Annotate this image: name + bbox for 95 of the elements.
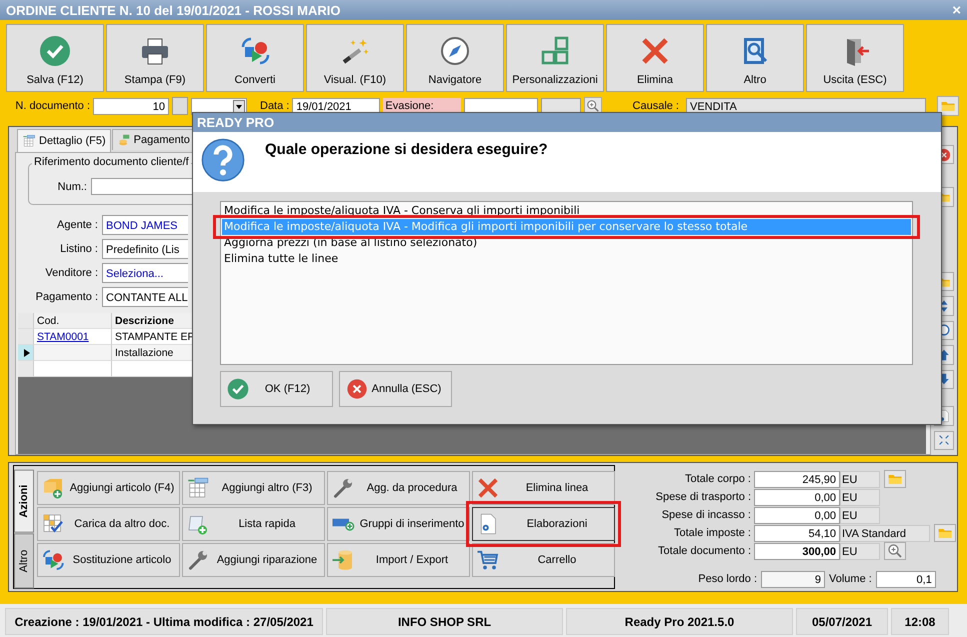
zoom-button[interactable] xyxy=(884,542,906,560)
field-label: Peso lordo : xyxy=(697,573,758,585)
action-button[interactable]: Aggiungi altro (F3) xyxy=(182,471,325,505)
side-tab[interactable]: Azioni xyxy=(14,470,34,533)
table-icon xyxy=(22,134,36,148)
total-label: Totale documento : xyxy=(657,545,752,557)
toolbar-button[interactable]: Elimina xyxy=(606,24,704,92)
field-label: Agente : xyxy=(56,219,98,231)
zoom-icon xyxy=(586,99,600,113)
shapes-arrows-icon xyxy=(239,35,271,67)
dialog-title: READY PRO xyxy=(193,113,941,132)
cancel-icon xyxy=(346,378,368,400)
box-plus-icon xyxy=(41,476,65,500)
status-cell: Creazione : 19/01/2021 - Ultima modifica : 27/05/2021 xyxy=(5,608,323,635)
cross-icon xyxy=(476,476,500,500)
unit-field: EU xyxy=(840,542,880,560)
status-cell: 12:08 xyxy=(891,608,949,635)
field-label: Listino : xyxy=(59,243,98,255)
field-label: Volume : xyxy=(829,573,872,585)
total-label: Totale corpo : xyxy=(684,473,752,485)
field-label: N. documento : xyxy=(14,100,90,112)
total-value: 0,00 xyxy=(754,506,840,524)
cylinder-arrow-icon xyxy=(331,548,355,572)
expand-icon xyxy=(937,433,951,448)
action-button[interactable]: Aggiungi articolo (F4) xyxy=(37,471,180,505)
cart-icon xyxy=(476,548,500,572)
side-button[interactable] xyxy=(934,430,954,450)
status-cell: INFO SHOP SRL xyxy=(326,608,563,635)
field-value[interactable]: Seleziona... xyxy=(102,263,188,283)
shapes-arrows-icon xyxy=(41,548,65,572)
action-button[interactable]: Agg. da procedura xyxy=(327,471,470,505)
toolbar-button[interactable]: Salva (F12) xyxy=(6,24,104,92)
side-tab[interactable]: Altro xyxy=(14,532,34,588)
compass-icon xyxy=(439,35,471,67)
field-label: Causale : xyxy=(632,100,679,112)
total-value: 245,90 xyxy=(754,470,840,488)
toolbar-button[interactable]: Navigatore xyxy=(406,24,504,92)
table-icon xyxy=(186,476,210,500)
tab[interactable]: Pagamento xyxy=(112,129,195,150)
coins-icon xyxy=(116,133,131,147)
total-label: Totale imposte : xyxy=(672,527,752,539)
code-link[interactable]: STAM0001 xyxy=(37,331,89,343)
unit-field: IVA Standard xyxy=(840,524,930,542)
action-button[interactable]: Aggiungi riparazione xyxy=(182,543,325,577)
toolbar-button[interactable]: Stampa (F9) xyxy=(106,24,204,92)
table-cell xyxy=(18,361,34,377)
unit-field: EU xyxy=(840,488,880,506)
toolbar-button[interactable]: Altro xyxy=(706,24,804,92)
total-value: 54,10 xyxy=(754,524,840,542)
field-value[interactable]: CONTANTE ALL xyxy=(102,287,188,307)
row-indicator[interactable] xyxy=(18,345,34,361)
action-button[interactable]: Lista rapida xyxy=(182,507,325,541)
weight-field[interactable]: 9 xyxy=(761,570,825,588)
document-number-field[interactable]: 10 xyxy=(93,98,169,114)
total-value: 300,00 xyxy=(754,542,840,560)
list-option[interactable]: Elimina tutte le linee xyxy=(222,251,911,267)
dialog-button[interactable]: OK (F12) xyxy=(220,371,333,407)
total-label: Spese di incasso : xyxy=(660,509,752,521)
squares-icon xyxy=(539,35,571,67)
field-value[interactable]: Predefinito (Lis xyxy=(102,239,188,259)
action-button[interactable]: Carica da altro doc. xyxy=(37,507,180,541)
toolbar-button[interactable]: Converti xyxy=(206,24,304,92)
wrench-icon xyxy=(331,476,355,500)
dialog-question: Quale operazione si desidera eseguire? xyxy=(265,141,548,158)
action-button[interactable]: Sostituzione articolo xyxy=(37,543,180,577)
tab[interactable]: Dettaglio (F5) xyxy=(17,129,111,152)
volume-field[interactable]: 0,1 xyxy=(876,570,936,588)
action-button[interactable]: Import / Export xyxy=(327,543,470,577)
unit-field: EU xyxy=(840,506,880,524)
check-icon xyxy=(39,35,71,67)
status-cell: Ready Pro 2021.5.0 xyxy=(566,608,793,635)
unit-field: EU xyxy=(840,470,880,488)
action-button[interactable]: Elaborazioni xyxy=(472,507,615,541)
action-button[interactable]: Carrello xyxy=(472,543,615,577)
dialog-button[interactable]: Annulla (ESC) xyxy=(339,371,452,407)
check-icon xyxy=(227,378,249,400)
field-label: Pagamento : xyxy=(34,291,98,303)
folder-button[interactable] xyxy=(937,96,959,116)
question-icon xyxy=(201,138,245,182)
toolbar-button[interactable]: Personalizzazioni xyxy=(506,24,604,92)
field-label: Venditore : xyxy=(44,267,98,279)
field-value[interactable]: BOND JAMES xyxy=(102,215,188,235)
window-title: ORDINE CLIENTE N. 10 del 19/01/2021 - ROSSI MARIO xyxy=(6,2,340,18)
toolbar-button[interactable]: Uscita (ESC) xyxy=(806,24,904,92)
total-value: 0,00 xyxy=(754,488,840,506)
field-label: Data : xyxy=(260,100,290,112)
action-button[interactable]: Gruppi di inserimento xyxy=(327,507,470,541)
group-title: Riferimento documento cliente/f xyxy=(32,156,191,168)
toolbar-button[interactable]: Visual. (F10) xyxy=(306,24,404,92)
total-label: Spese di trasporto : xyxy=(654,491,752,503)
wrench-icon xyxy=(186,548,210,572)
field-label: Num.: xyxy=(56,180,87,192)
zoom-icon xyxy=(887,543,903,559)
status-cell: 05/07/2021 xyxy=(796,608,888,635)
action-button[interactable]: Elimina linea xyxy=(472,471,615,505)
